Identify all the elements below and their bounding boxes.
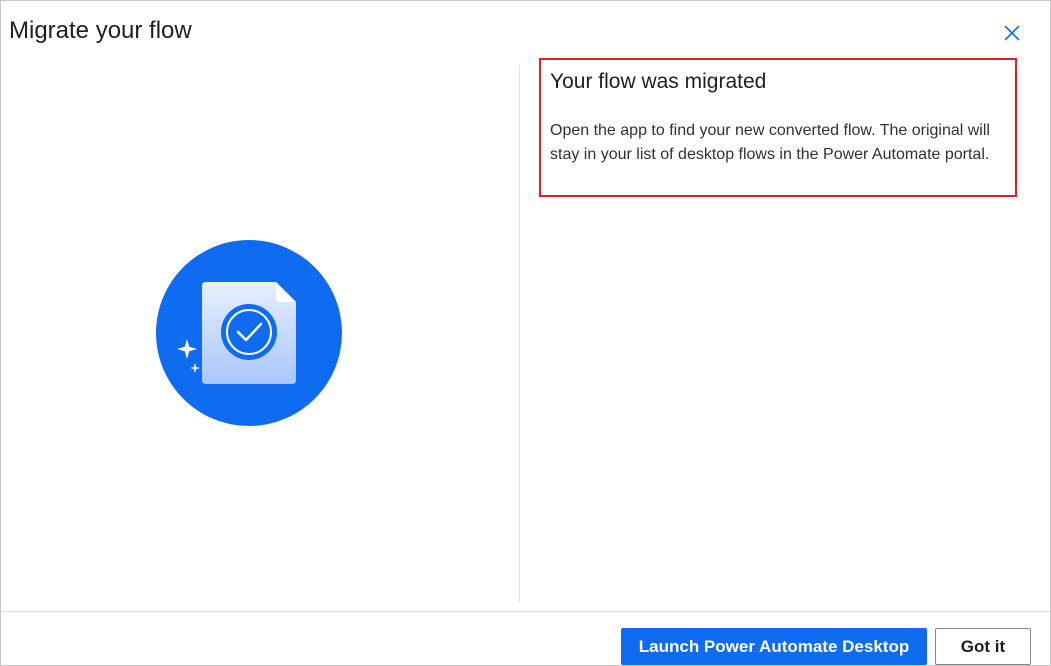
document-check-icon xyxy=(202,282,296,384)
migration-result-message: Your flow was migrated Open the app to f… xyxy=(539,58,1017,197)
message-body: Open the app to find your new converted … xyxy=(550,122,990,163)
launch-power-automate-desktop-button[interactable]: Launch Power Automate Desktop xyxy=(621,628,927,665)
migration-illustration xyxy=(156,240,342,426)
message-heading: Your flow was migrated xyxy=(550,70,767,93)
got-it-button[interactable]: Got it xyxy=(935,628,1031,665)
footer-divider xyxy=(1,611,1050,612)
close-icon xyxy=(1004,25,1020,41)
dialog-title: Migrate your flow xyxy=(9,17,192,44)
close-button[interactable] xyxy=(999,20,1025,46)
vertical-divider xyxy=(519,65,520,602)
migrate-flow-dialog: Migrate your flow Your flow was migrated xyxy=(0,0,1051,666)
